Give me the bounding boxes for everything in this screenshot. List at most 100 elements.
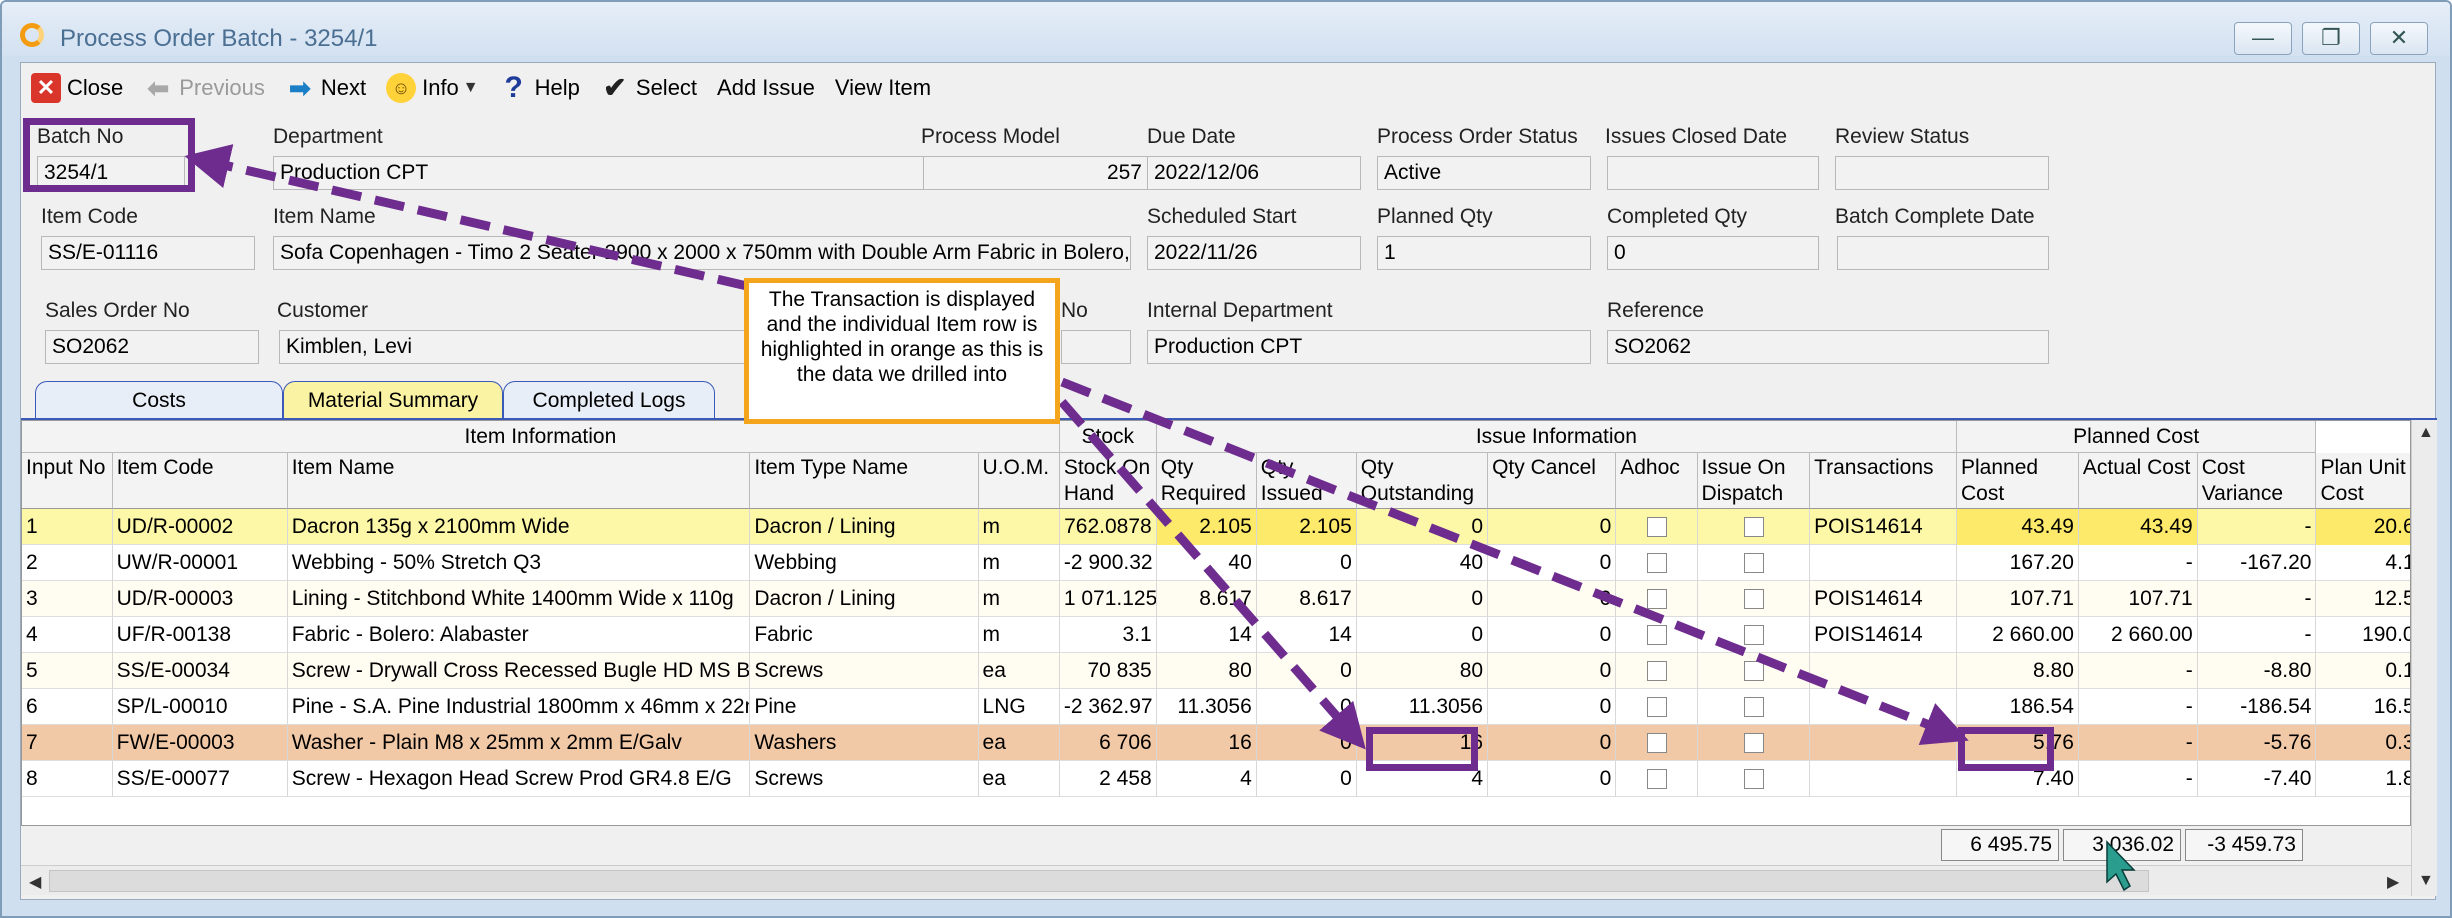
table-cell[interactable]: Pine (750, 689, 979, 725)
table-cell[interactable]: Fabric (750, 617, 979, 653)
close-window-button[interactable]: ✕ (2370, 22, 2428, 55)
table-cell[interactable]: 7 (22, 725, 113, 761)
table-cell[interactable] (1698, 545, 1811, 581)
table-cell[interactable]: 14 (1257, 617, 1357, 653)
table-cell[interactable]: FW/E-00003 (113, 725, 288, 761)
table-cell[interactable]: 762.0878 (1060, 509, 1157, 545)
column-header[interactable]: Qty Cancel (1488, 453, 1617, 509)
table-cell[interactable]: 4 (22, 617, 113, 653)
table-cell[interactable]: Screws (750, 653, 979, 689)
table-cell[interactable]: Pine - S.A. Pine Industrial 1800mm x 46m… (288, 689, 751, 725)
table-row[interactable]: 3 UD/R-00003 Lining - Stitchbond White 140… (22, 581, 2410, 617)
table-cell[interactable]: 0 (1357, 509, 1489, 545)
scheduled-start-field[interactable]: 2022/11/26 (1147, 236, 1361, 270)
table-cell[interactable]: 0 (1257, 725, 1357, 761)
table-cell[interactable]: 0 (1488, 689, 1617, 725)
table-cell[interactable]: 80 (1157, 653, 1257, 689)
table-cell[interactable] (1616, 509, 1698, 545)
table-cell[interactable]: 2 660.00 (2079, 617, 2198, 653)
batch-complete-field[interactable] (1837, 236, 2049, 270)
table-cell[interactable] (1616, 617, 1698, 653)
scroll-right-icon[interactable]: ▶ (2387, 872, 2399, 892)
table-cell[interactable]: 4 (1157, 761, 1257, 797)
view-item-button[interactable]: View Item (825, 68, 941, 108)
table-cell[interactable]: Lining - Stitchbond White 1400mm Wide x … (288, 581, 751, 617)
table-cell[interactable]: POIS14614 (1810, 581, 1957, 617)
column-header[interactable]: Input No (22, 453, 113, 509)
table-cell[interactable]: -2 362.97 (1060, 689, 1157, 725)
issue-on-dispatch-checkbox[interactable] (1743, 661, 1764, 681)
table-cell[interactable]: 2 458 (1060, 761, 1157, 797)
scroll-down-icon[interactable]: ▼ (2418, 872, 2434, 890)
tab-material-summary[interactable]: Material Summary (283, 381, 503, 419)
table-cell[interactable] (1616, 761, 1698, 797)
status-field[interactable]: Active (1377, 156, 1591, 190)
adhoc-checkbox[interactable] (1646, 661, 1667, 681)
table-cell[interactable]: -7.40 (2198, 761, 2317, 797)
table-cell[interactable]: UD/R-00002 (113, 509, 288, 545)
table-cell[interactable]: 0.3 (2316, 725, 2410, 761)
adhoc-checkbox[interactable] (1646, 697, 1667, 717)
table-cell[interactable] (1810, 725, 1957, 761)
table-cell[interactable] (1698, 617, 1811, 653)
issue-on-dispatch-checkbox[interactable] (1743, 769, 1764, 789)
table-cell[interactable]: Webbing - 50% Stretch Q3 (288, 545, 751, 581)
tab-completed-logs[interactable]: Completed Logs (503, 381, 715, 419)
table-cell[interactable]: 0 (1488, 509, 1617, 545)
item-name-field[interactable]: Sofa Copenhagen - Timo 2 Seater 2900 x 2… (273, 236, 1131, 270)
column-header[interactable]: Transactions (1810, 453, 1957, 509)
table-cell[interactable]: - (2198, 581, 2317, 617)
review-status-field[interactable] (1835, 156, 2049, 190)
column-header[interactable]: Adhoc (1616, 453, 1698, 509)
column-header[interactable]: Qty Outstanding (1356, 453, 1489, 509)
table-cell[interactable]: 14 (1157, 617, 1257, 653)
table-cell[interactable]: 0 (1488, 653, 1617, 689)
table-cell[interactable]: LNG (979, 689, 1060, 725)
issue-on-dispatch-checkbox[interactable] (1743, 733, 1764, 753)
table-cell[interactable] (1810, 689, 1957, 725)
reference-field[interactable]: SO2062 (1607, 330, 2049, 364)
table-cell[interactable] (1810, 761, 1957, 797)
help-button[interactable]: ? Help (489, 68, 590, 108)
table-cell[interactable]: 16 (1157, 725, 1257, 761)
table-cell[interactable]: 5 (22, 653, 113, 689)
table-cell[interactable]: 0 (1257, 761, 1357, 797)
table-cell[interactable]: 6 (22, 689, 113, 725)
column-header[interactable]: Item Name (287, 453, 751, 509)
table-cell[interactable]: -186.54 (2198, 689, 2317, 725)
info-button[interactable]: ☺ Info ▼ (376, 68, 489, 108)
planned-qty-field[interactable]: 1 (1377, 236, 1591, 270)
scroll-left-icon[interactable]: ◀ (29, 872, 41, 892)
column-header[interactable]: Cost Variance (2197, 453, 2317, 509)
table-row[interactable]: 5 SS/E-00034 Screw - Drywall Cross Recesse… (22, 653, 2410, 689)
table-cell[interactable]: 1 (22, 509, 113, 545)
table-cell[interactable]: 20.6 (2316, 509, 2410, 545)
table-cell[interactable]: 43.49 (1956, 509, 2079, 545)
completed-qty-field[interactable]: 0 (1607, 236, 1819, 270)
table-cell[interactable]: 2 (22, 545, 113, 581)
table-cell[interactable]: Screw - Drywall Cross Recessed Bugle HD … (288, 653, 751, 689)
table-cell[interactable]: m (979, 617, 1060, 653)
due-date-field[interactable]: 2022/12/06 (1147, 156, 1361, 190)
adhoc-checkbox[interactable] (1646, 733, 1667, 753)
issue-on-dispatch-checkbox[interactable] (1743, 625, 1764, 645)
adhoc-checkbox[interactable] (1646, 769, 1667, 789)
table-cell[interactable]: 11.3056 (1357, 689, 1489, 725)
table-cell[interactable]: - (2079, 689, 2198, 725)
adhoc-checkbox[interactable] (1646, 589, 1667, 609)
table-cell[interactable]: -2 900.32 (1060, 545, 1157, 581)
table-cell[interactable]: - (2079, 545, 2198, 581)
table-cell[interactable]: 3 (22, 581, 113, 617)
table-cell[interactable]: 0 (1488, 545, 1617, 581)
table-cell[interactable]: - (2198, 509, 2317, 545)
table-cell[interactable]: - (2079, 653, 2198, 689)
table-cell[interactable]: 4.1 (2316, 545, 2410, 581)
table-cell[interactable]: 16.5 (2316, 689, 2410, 725)
issue-on-dispatch-checkbox[interactable] (1743, 517, 1764, 537)
table-cell[interactable]: 80 (1357, 653, 1489, 689)
table-cell[interactable] (1616, 725, 1698, 761)
table-cell[interactable]: 0 (1257, 689, 1357, 725)
column-header[interactable]: Plan Unit Cost (2316, 453, 2410, 509)
horizontal-scrollbar[interactable]: ◀ ▶ (21, 865, 2411, 895)
adhoc-checkbox[interactable] (1646, 625, 1667, 645)
